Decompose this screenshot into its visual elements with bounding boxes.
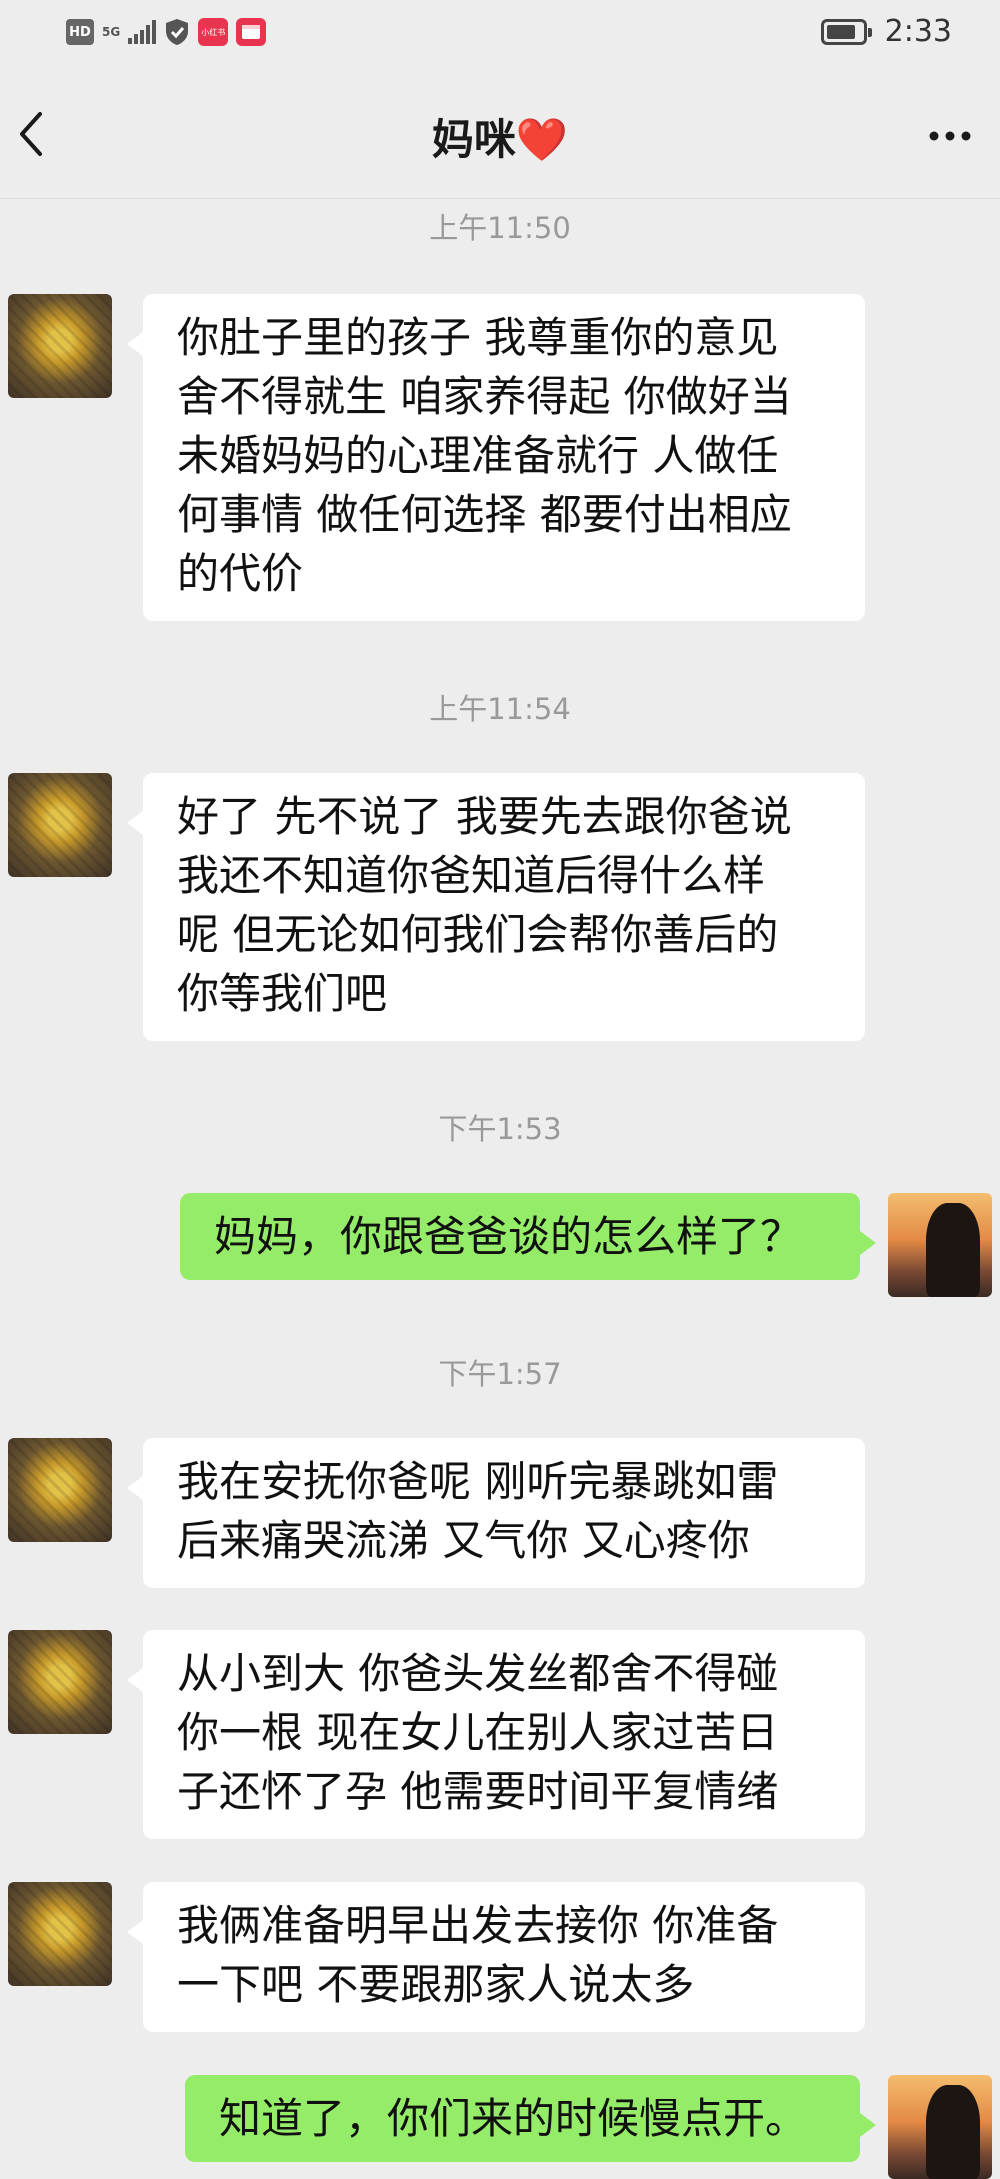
outgoing-message[interactable]: 妈妈，你跟爸爸谈的怎么样了？ [180, 1193, 876, 1280]
status-bar: HD 5G 小红书 2:33 [0, 0, 1000, 70]
message-line: 你一根 现在女儿在别人家过苦日 [177, 1708, 779, 1757]
message-line: 呢 但无论如何我们会帮你善后的 [177, 910, 779, 959]
outgoing-message[interactable]: 知道了，你们来的时候慢点开。 [185, 2075, 876, 2162]
message-timestamp: 下午1:53 [438, 1112, 562, 1146]
message-line: 何事情 做任何选择 都要付出相应 [177, 490, 792, 539]
message-line: 知道了，你们来的时候慢点开。 [219, 2094, 808, 2143]
xiaohongshu-icon: 小红书 [198, 18, 229, 46]
message-line: 舍不得就生 咱家养得起 你做好当 [177, 372, 792, 421]
message-line: 我在安抚你爸呢 刚听完暴跳如雷 [177, 1457, 779, 1506]
incoming-message[interactable]: 我俩准备明早出发去接你 你准备 一下吧 不要跟那家人说太多 [127, 1882, 865, 2032]
my-avatar[interactable] [888, 1193, 992, 1297]
message-line: 子还怀了孕 他需要时间平复情绪 [177, 1767, 779, 1816]
message-line: 妈妈，你跟爸爸谈的怎么样了？ [214, 1212, 803, 1261]
message-line: 我还不知道你爸知道后得什么样 [177, 851, 766, 900]
shield-icon [166, 19, 189, 45]
mom-avatar[interactable] [8, 1882, 112, 1986]
my-avatar[interactable] [888, 2075, 992, 2179]
status-time: 2:33 [884, 14, 952, 49]
message-line: 你等我们吧 [177, 969, 388, 1018]
mom-avatar[interactable] [8, 1438, 112, 1542]
message-line: 一下吧 不要跟那家人说太多 [177, 1960, 695, 2009]
chat-header: 妈咪❤️ [0, 70, 1000, 199]
mom-avatar[interactable] [8, 1630, 112, 1734]
chat-title: 妈咪❤️ [431, 115, 569, 164]
battery-icon [820, 18, 872, 45]
incoming-message[interactable]: 从小到大 你爸头发丝都舍不得碰 你一根 现在女儿在别人家过苦日 子还怀了孕 他需… [127, 1630, 865, 1839]
network-type-label: 5G [102, 25, 121, 39]
more-dots-icon[interactable] [920, 106, 980, 166]
message-timestamp: 上午11:50 [429, 211, 571, 245]
message-line: 未婚妈妈的心理准备就行 人做任 [177, 431, 779, 480]
signal-icon [128, 20, 157, 44]
incoming-message[interactable]: 好了 先不说了 我要先去跟你爸说 我还不知道你爸知道后得什么样 呢 但无论如何我… [127, 773, 865, 1041]
message-line: 的代价 [177, 549, 304, 598]
message-line: 从小到大 你爸头发丝都舍不得碰 [177, 1649, 779, 1698]
message-timestamp: 下午1:57 [438, 1357, 562, 1391]
mom-avatar[interactable] [8, 773, 112, 877]
message-line: 后来痛哭流涕 又气你 又心疼你 [177, 1516, 750, 1565]
incoming-message[interactable]: 你肚子里的孩子 我尊重你的意见 舍不得就生 咱家养得起 你做好当 未婚妈妈的心理… [127, 294, 865, 621]
mom-avatar[interactable] [8, 294, 112, 398]
message-line: 好了 先不说了 我要先去跟你爸说 [177, 792, 792, 841]
incoming-message[interactable]: 我在安抚你爸呢 刚听完暴跳如雷 后来痛哭流涕 又气你 又心疼你 [127, 1438, 865, 1588]
message-line: 你肚子里的孩子 我尊重你的意见 [177, 313, 779, 362]
hd-icon: HD [66, 19, 94, 45]
message-app-icon [236, 18, 267, 46]
message-timestamp: 上午11:54 [429, 692, 571, 726]
message-line: 我俩准备明早出发去接你 你准备 [177, 1901, 779, 1950]
